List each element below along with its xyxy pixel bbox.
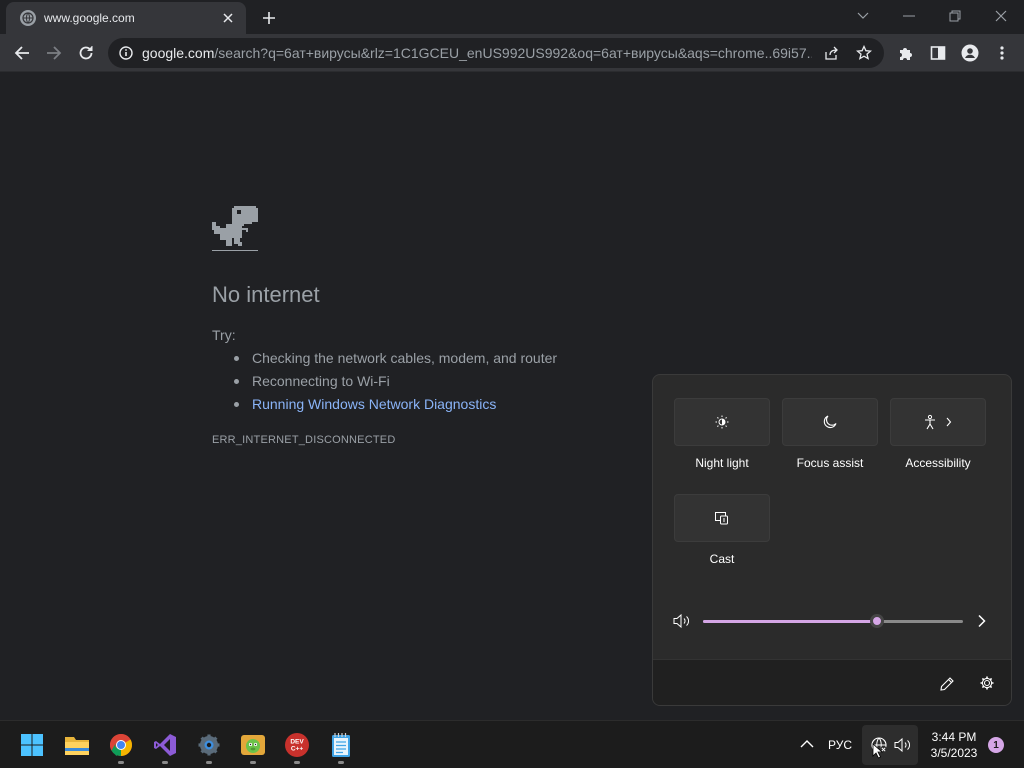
game-app-icon[interactable]	[237, 729, 269, 764]
running-indicator	[294, 761, 300, 764]
tab-strip: www.google.com	[0, 0, 1024, 34]
list-item: Checking the network cables, modem, and …	[232, 350, 557, 373]
input-language[interactable]: РУС	[828, 738, 852, 752]
accessibility-label: Accessibility	[905, 456, 971, 470]
moon-icon	[823, 415, 837, 429]
info-icon[interactable]	[118, 45, 134, 61]
restore-icon[interactable]	[943, 4, 967, 28]
network-volume-tray[interactable]	[862, 725, 918, 765]
dinosaur-icon[interactable]	[212, 206, 258, 254]
visual-studio-icon[interactable]	[149, 729, 181, 764]
brightness-icon	[715, 415, 729, 429]
new-tab-button[interactable]	[258, 7, 280, 29]
focus-assist-label: Focus assist	[796, 456, 864, 470]
settings-gear-icon[interactable]	[193, 729, 225, 764]
chrome-icon[interactable]	[105, 729, 137, 764]
profile-icon[interactable]	[958, 41, 982, 65]
try-label: Try:	[212, 327, 236, 343]
suggestion-list: Checking the network cables, modem, and …	[232, 350, 557, 419]
dev-cpp-label-bottom: C++	[291, 746, 303, 753]
address-bar[interactable]: google.com/search?q=6ат+вирусы&rlz=1C1GC…	[108, 38, 884, 68]
url-host: google.com	[142, 45, 215, 61]
list-item: Reconnecting to Wi-Fi	[232, 373, 557, 396]
tab-title: www.google.com	[44, 11, 135, 25]
close-window-icon[interactable]	[989, 4, 1013, 28]
error-code: ERR_INTERNET_DISCONNECTED	[212, 434, 396, 446]
quick-settings-footer	[653, 659, 1011, 705]
volume-slider-fill	[703, 620, 877, 623]
url-path: /search?q=6ат+вирусы&rlz=1C1GCEU_enUS992…	[214, 45, 812, 61]
forward-arrow-icon[interactable]	[42, 41, 66, 65]
running-indicator	[206, 761, 212, 764]
browser-toolbar: google.com/search?q=6ат+вирусы&rlz=1C1GC…	[0, 34, 1024, 72]
file-explorer-icon[interactable]	[61, 729, 93, 761]
network-diagnostics-link[interactable]: Running Windows Network Diagnostics	[232, 396, 557, 419]
chevron-down-icon[interactable]	[851, 4, 875, 28]
time: 3:44 PM	[931, 730, 977, 744]
extensions-icon[interactable]	[894, 41, 918, 65]
cast-button[interactable]	[674, 494, 770, 542]
night-light-label: Night light	[695, 456, 749, 470]
cast-icon	[715, 512, 728, 525]
running-indicator	[250, 761, 256, 764]
cast-label: Cast	[709, 552, 735, 566]
taskbar: DEV C++ РУС 3:44 PM 3/5/2023 1	[0, 720, 1024, 768]
dev-cpp-label-top: DEV	[290, 739, 304, 746]
running-indicator	[338, 761, 344, 764]
page-title: No internet	[212, 282, 320, 307]
dev-cpp-icon[interactable]: DEV C++	[281, 729, 313, 764]
edit-pencil-icon[interactable]	[939, 676, 955, 692]
bookmark-star-icon[interactable]	[852, 41, 876, 65]
screen: www.google.com google.com/search?q=6ат+в…	[0, 0, 1024, 768]
browser-tab[interactable]: www.google.com	[6, 2, 246, 34]
chevron-up-icon[interactable]	[800, 739, 814, 749]
focus-assist-button[interactable]	[782, 398, 878, 446]
url-text[interactable]: google.com/search?q=6ат+вирусы&rlz=1C1GC…	[142, 45, 812, 61]
mouse-cursor-icon	[872, 743, 884, 759]
speaker-icon[interactable]	[673, 613, 691, 629]
back-arrow-icon[interactable]	[10, 41, 34, 65]
clock[interactable]: 3:44 PM 3/5/2023	[926, 729, 982, 761]
notification-badge[interactable]: 1	[988, 737, 1004, 753]
close-icon[interactable]	[220, 10, 236, 26]
volume-icon	[894, 737, 910, 753]
side-panel-icon[interactable]	[926, 41, 950, 65]
minimize-icon[interactable]	[897, 4, 921, 28]
volume-row	[673, 611, 993, 631]
share-icon[interactable]	[820, 41, 844, 65]
accessibility-button[interactable]	[890, 398, 986, 446]
kebab-menu-icon[interactable]	[990, 41, 1014, 65]
date: 3/5/2023	[930, 746, 978, 760]
notepad-icon[interactable]	[325, 729, 357, 764]
running-indicator	[118, 761, 124, 764]
chevron-right-icon[interactable]	[977, 614, 987, 628]
volume-slider-thumb[interactable]	[870, 614, 884, 628]
accessibility-icon	[925, 414, 952, 430]
night-light-button[interactable]	[674, 398, 770, 446]
quick-settings-panel: Night light Focus assist Accessibility C…	[652, 374, 1012, 706]
windows-start-icon[interactable]	[16, 729, 48, 761]
reload-icon[interactable]	[74, 41, 98, 65]
globe-icon	[20, 10, 36, 26]
gear-icon[interactable]	[979, 675, 995, 691]
running-indicator	[162, 761, 168, 764]
